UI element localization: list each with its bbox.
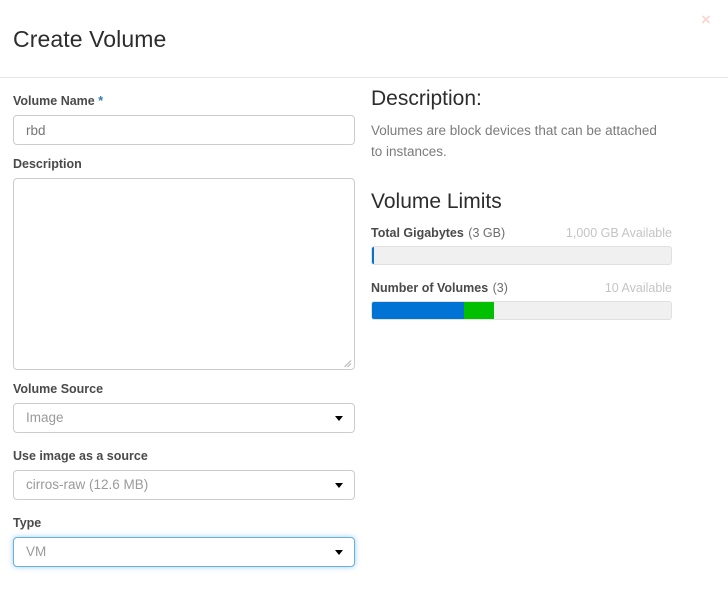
volume-name-label: Volume Name * (13, 94, 355, 109)
limit-progress-bar (371, 301, 672, 321)
progress-segment-blue (372, 247, 375, 265)
progress-segment-green (463, 302, 494, 320)
info-column: Description: Volumes are block devices t… (371, 86, 672, 334)
volume-source-selected-value: Image (26, 410, 64, 425)
field-image-source: Use image as a source cirros-raw (12.6 M… (13, 449, 355, 500)
field-volume-source: Volume Source Image (13, 382, 355, 433)
modal-body: Volume Name * Description Volume Source … (0, 78, 728, 608)
limit-progress-bar (371, 246, 672, 266)
field-description: Description (13, 157, 355, 370)
description-body-text: Volumes are block devices that can be at… (371, 123, 657, 160)
volume-limits-heading: Volume Limits (371, 190, 502, 214)
limit-used-value: (3) (492, 281, 508, 296)
volume-source-label: Volume Source (13, 382, 104, 396)
create-volume-modal: Create Volume × Volume Name * Descriptio… (0, 0, 728, 608)
description-label: Description (13, 157, 82, 171)
limit-item: Number of Volumes (3) 10 Available (371, 279, 672, 321)
chevron-down-icon (335, 483, 343, 488)
progress-segment-blue (372, 302, 464, 320)
image-source-selected-value: cirros-raw (12.6 MB) (26, 477, 149, 492)
type-selected-value: VM (26, 544, 47, 559)
volume-name-label-text: Volume Name (13, 94, 95, 108)
description-heading: Description: (371, 87, 482, 110)
limit-available-value: 1,000 GB Available (565, 226, 672, 241)
limit-used-value: (3 GB) (468, 226, 506, 241)
limit-item: Total Gigabytes (3 GB) 1,000 GB Availabl… (371, 224, 672, 266)
volume-limits-list: Total Gigabytes (3 GB) 1,000 GB Availabl… (371, 224, 672, 321)
page-title: Create Volume (13, 26, 167, 52)
required-asterisk-icon: * (98, 94, 104, 108)
modal-header: Create Volume × (0, 0, 728, 78)
volume-source-select[interactable]: Image (13, 403, 355, 433)
limit-title: Number of Volumes (3) (371, 279, 508, 297)
form-column: Volume Name * Description Volume Source … (13, 94, 355, 579)
image-source-select[interactable]: cirros-raw (12.6 MB) (13, 470, 355, 500)
chevron-down-icon (335, 416, 343, 421)
limit-title: Total Gigabytes (3 GB) (371, 224, 505, 242)
description-textarea[interactable] (13, 178, 355, 370)
limit-name: Number of Volumes (371, 281, 489, 296)
close-icon[interactable]: × (696, 10, 716, 30)
resize-handle-icon[interactable] (340, 355, 352, 368)
chevron-down-icon (335, 550, 343, 555)
field-volume-name: Volume Name * (13, 94, 355, 145)
type-label: Type (13, 516, 42, 530)
type-select[interactable]: VM (13, 537, 355, 567)
limit-available-value: 10 Available (604, 281, 672, 296)
volume-name-input[interactable] (13, 115, 355, 145)
image-source-label: Use image as a source (13, 449, 148, 463)
limit-header: Number of Volumes (3) 10 Available (371, 279, 672, 297)
field-type: Type VM (13, 516, 355, 567)
limit-name: Total Gigabytes (371, 226, 464, 241)
limit-header: Total Gigabytes (3 GB) 1,000 GB Availabl… (371, 224, 672, 242)
